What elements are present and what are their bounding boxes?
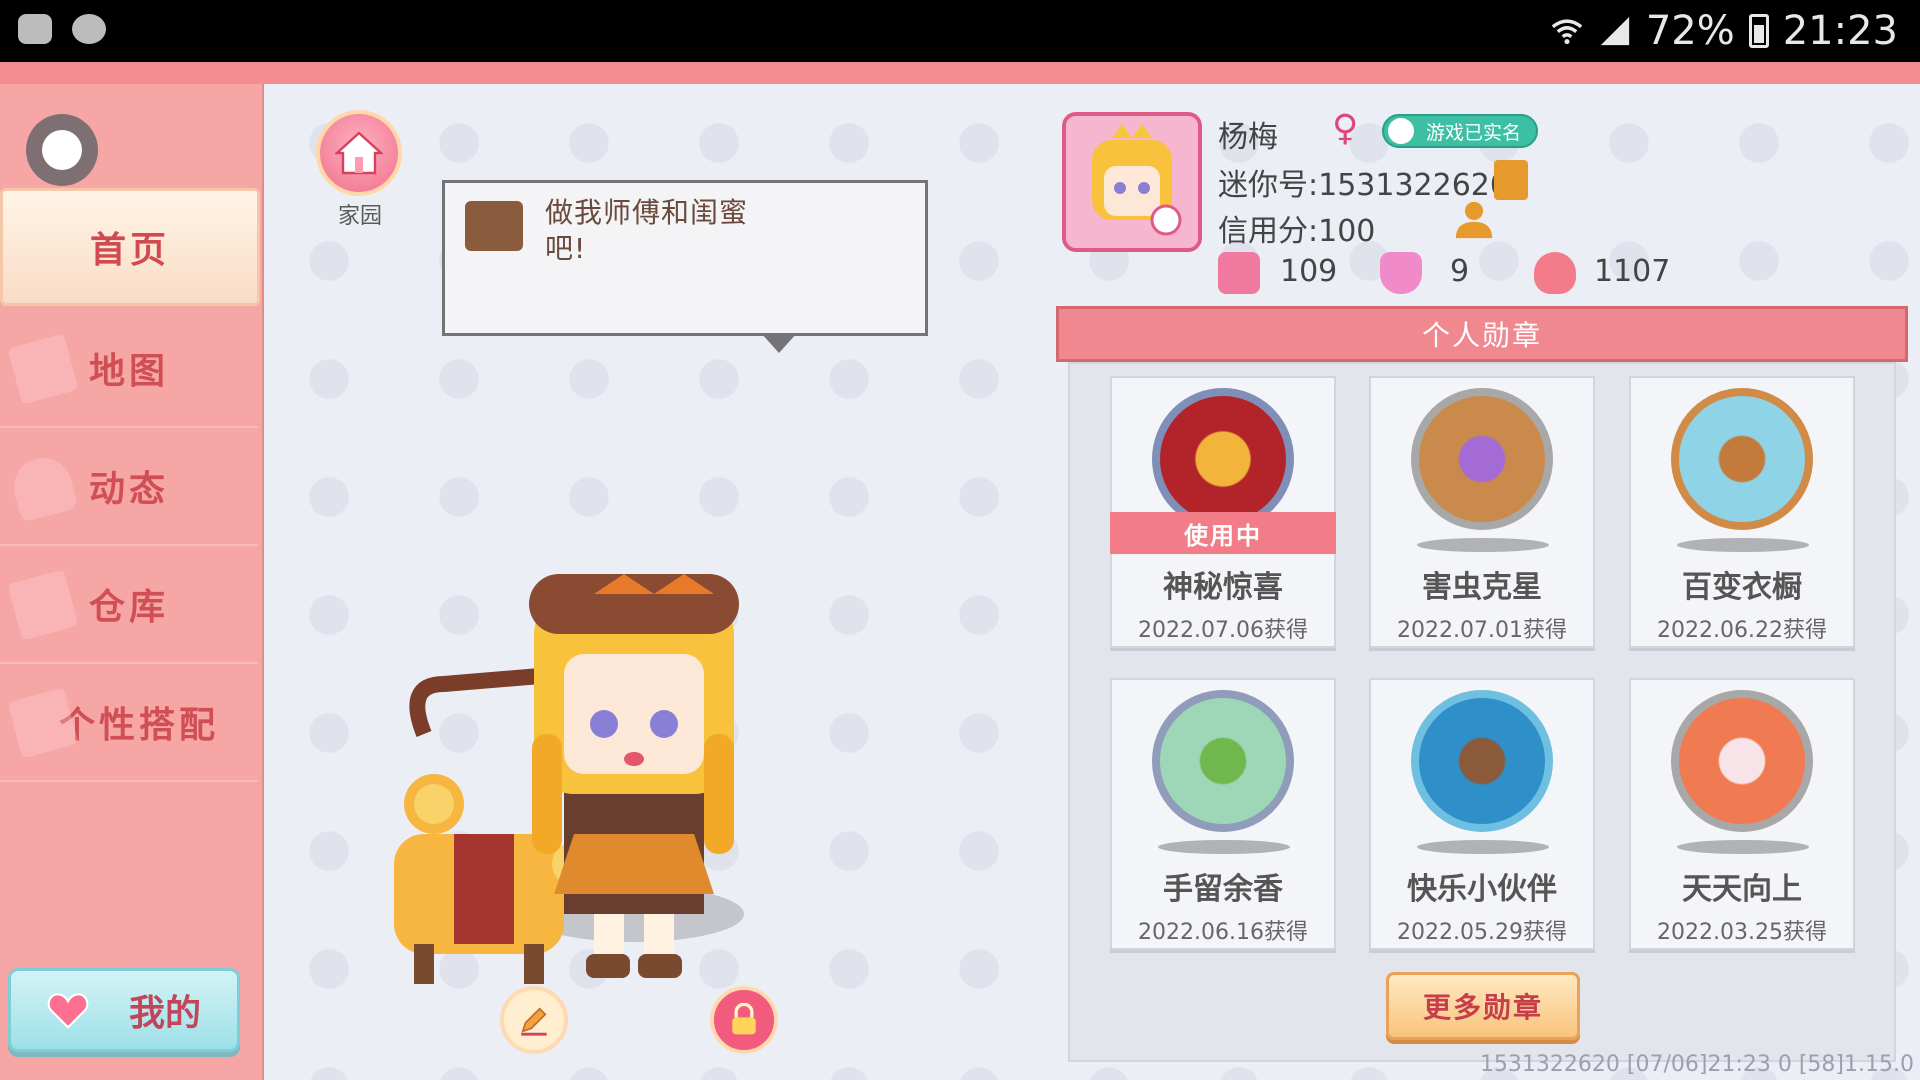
in-use-badge: 使用中: [1110, 512, 1336, 554]
gift-medal-icon: [1152, 388, 1294, 530]
medal-card[interactable]: 手留余香 2022.06.16获得: [1110, 678, 1336, 950]
signal-icon: [1600, 16, 1629, 46]
player-character-image: [394, 574, 744, 984]
sidebar-item-feed[interactable]: 动态: [0, 428, 258, 546]
check-notification-icon: [72, 14, 106, 44]
medal-card[interactable]: 使用中 神秘惊喜 2022.07.06获得: [1110, 376, 1336, 648]
medal-name: 手留余香: [1163, 872, 1283, 907]
medal-name: 百变衣橱: [1682, 570, 1802, 605]
female-icon: ♀: [1332, 108, 1359, 149]
bell-icon: [7, 451, 79, 523]
chat-notification-icon: [18, 14, 52, 44]
plant-medal-icon: [1152, 690, 1294, 832]
lock-button[interactable]: [710, 986, 778, 1054]
clock: 21:23: [1782, 8, 1898, 54]
copy-icon[interactable]: [1494, 160, 1528, 200]
medal-date: 2022.07.01获得: [1397, 618, 1567, 643]
mine-button[interactable]: 我的: [8, 968, 240, 1052]
house-icon: [7, 569, 79, 641]
home-label: 家园: [337, 204, 382, 229]
profile-name: 杨梅: [1218, 120, 1278, 155]
sidebar-item-home[interactable]: 首页: [0, 188, 260, 306]
lock-icon: [732, 1003, 756, 1035]
sidebar-item-warehouse[interactable]: 仓库: [0, 546, 258, 664]
avatar-portrait-image: [1066, 116, 1198, 248]
speech-text: 做我师傅和闺蜜吧!: [545, 196, 749, 265]
sidebar-item-label: 仓库: [88, 587, 169, 628]
medal-card[interactable]: 百变衣橱 2022.06.22获得: [1629, 376, 1855, 648]
circle-icon: [42, 130, 82, 170]
sidebar-item-label: 地图: [88, 351, 169, 392]
battery-percent: 72%: [1645, 8, 1735, 54]
sidebar-item-label: 首页: [89, 230, 170, 271]
speech-bubble: 做我师傅和闺蜜吧!: [442, 180, 928, 353]
medal-shadow: [1677, 840, 1809, 854]
medal-date: 2022.05.29获得: [1397, 920, 1567, 945]
map-icon: [7, 333, 79, 405]
menu-toggle-button[interactable]: [26, 114, 98, 186]
credit-score: 信用分:100: [1218, 214, 1376, 249]
friends-medal-icon: [1411, 690, 1553, 832]
medal-section-header: 个人勋章: [1056, 306, 1908, 362]
medal-card[interactable]: 快乐小伙伴 2022.05.29获得: [1369, 678, 1595, 950]
bug-medal-icon: [1411, 388, 1553, 530]
medal-card[interactable]: 天天向上 2022.03.25获得: [1629, 678, 1855, 950]
stat-value: 9: [1450, 254, 1470, 289]
debug-info-text: 1531322620 [07/06]21:23 0 [58]1.15.0: [1479, 1052, 1914, 1077]
house-icon: [335, 131, 383, 175]
medal-shadow: [1158, 840, 1290, 854]
more-medals-button[interactable]: 更多勋章: [1386, 972, 1580, 1040]
medal-date: 2022.06.16获得: [1138, 920, 1308, 945]
status-bar: 72% 21:23: [0, 0, 1920, 62]
add-friend-icon[interactable]: [1452, 200, 1496, 240]
top-banner-strip: [0, 62, 1920, 84]
mine-button-label: 我的: [128, 993, 201, 1034]
medal-name: 神秘惊喜: [1163, 570, 1283, 605]
edit-button[interactable]: [500, 986, 568, 1054]
sidebar-item-map[interactable]: 地图: [0, 310, 258, 428]
verified-badge: 游戏已实名: [1382, 114, 1538, 148]
book-plus-icon: [1218, 252, 1260, 294]
mini-id: 迷你号:1531322620: [1218, 168, 1509, 203]
stat-value: 1107: [1594, 254, 1671, 289]
medal-shadow: [1417, 840, 1549, 854]
profile-avatar[interactable]: [1062, 112, 1202, 252]
calendar-medal-icon: [1671, 690, 1813, 832]
sidebar-item-label: 个性搭配: [58, 705, 219, 746]
medal-shadow: [1677, 538, 1809, 552]
sidebar-item-label: 动态: [88, 469, 169, 510]
medal-name: 天天向上: [1682, 872, 1802, 907]
heart-icon: [47, 993, 89, 1029]
medal-date: 2022.03.25获得: [1657, 920, 1827, 945]
medal-date: 2022.06.22获得: [1657, 618, 1827, 643]
medal-date: 2022.07.06获得: [1138, 618, 1308, 643]
home-button[interactable]: [316, 110, 402, 196]
medal-name: 快乐小伙伴: [1407, 872, 1557, 907]
wifi-icon: [1551, 19, 1583, 45]
sidebar-item-outfit[interactable]: 个性搭配: [0, 664, 258, 782]
battery-icon: [1748, 14, 1769, 48]
pencil-icon: [521, 1007, 547, 1036]
medal-card[interactable]: 害虫克星 2022.07.01获得: [1369, 376, 1595, 648]
sidebar: 首页 地图 动态 仓库 个性搭配 我的: [0, 84, 264, 1080]
medal-shadow: [1417, 538, 1549, 552]
stat-value: 109: [1280, 254, 1338, 289]
medal-name: 害虫克星: [1422, 570, 1542, 605]
flame-icon: [1534, 252, 1576, 294]
npc-avatar-icon: [465, 201, 523, 251]
trophy-icon: [1380, 252, 1422, 294]
wardrobe-medal-icon: [1671, 388, 1813, 530]
